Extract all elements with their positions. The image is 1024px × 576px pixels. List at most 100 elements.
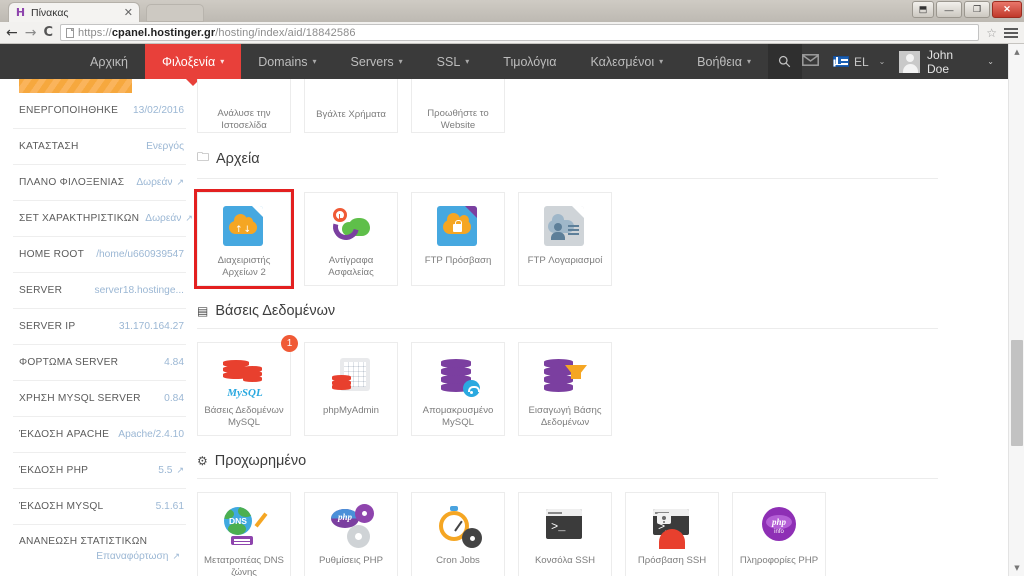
ssh-access-icon: >_ bbox=[651, 506, 693, 549]
address-bar[interactable]: https://cpanel.hostinger.gr/hosting/inde… bbox=[60, 24, 980, 41]
nav-item-ssl[interactable]: SSL ▾ bbox=[420, 44, 487, 79]
stat-row: ΈΚΔΟΣΗ APACHE Apache/2.4.10 bbox=[13, 417, 186, 453]
card[interactable]: Βγάλτε Χρήματα bbox=[304, 79, 398, 133]
stat-value: 13/02/2016 bbox=[133, 105, 184, 116]
stat-key: ΠΛΑΝΟ ΦΙΛΟΞΕΝΙΑΣ bbox=[19, 177, 125, 188]
card-php-config[interactable]: php Ρυθμίσεις PHP bbox=[304, 492, 398, 576]
import-database-icon bbox=[544, 356, 587, 398]
stat-value: 4.84 bbox=[164, 357, 184, 368]
scroll-up-icon[interactable]: ▲ bbox=[1009, 44, 1024, 60]
chevron-down-icon: ▾ bbox=[465, 57, 470, 66]
stat-value-text: 5.5 bbox=[158, 465, 173, 476]
card-phpmyadmin[interactable]: phpMyAdmin bbox=[304, 342, 398, 436]
section-advanced: ⚙ Προχωρημένο DNS Μετατροπέας DNS ζώνης … bbox=[197, 439, 1024, 576]
browser-toolbar: ← → C https://cpanel.hostinger.gr/hostin… bbox=[0, 22, 1024, 44]
nav-item-servers[interactable]: Servers ▾ bbox=[334, 44, 420, 79]
reload-icon[interactable]: C bbox=[43, 25, 53, 40]
chevron-down-icon: ▾ bbox=[220, 57, 225, 66]
language-label: EL bbox=[853, 54, 869, 69]
url-host: cpanel.hostinger.gr bbox=[111, 26, 216, 39]
card-import-database[interactable]: Εισαγωγή Βάσης Δεδομένων bbox=[518, 342, 612, 436]
scrollbar-thumb[interactable] bbox=[1011, 340, 1023, 446]
card-ssh-console[interactable]: >_ Κονσόλα SSH bbox=[518, 492, 612, 576]
external-link-icon[interactable]: ↗ bbox=[176, 466, 184, 476]
card-label: Ρυθμίσεις PHP bbox=[319, 555, 383, 566]
clipped-card-row-top: Ανάλυσε την Ιστοσελίδα Βγάλτε Χρήματα Πρ… bbox=[197, 79, 1024, 134]
stat-row: ΕΝΕΡΓΟΠΟΙΗΘΗΚΕ 13/02/2016 bbox=[13, 93, 186, 129]
stat-key: ΑΝΑΝΕΩΣΗ ΣΤΑΤΙΣΤΙΚΩΝ bbox=[19, 536, 148, 547]
nav-item-kalesmenoi[interactable]: Καλεσμένοι ▾ bbox=[573, 44, 680, 79]
php-info-icon: php info bbox=[758, 506, 800, 548]
chevron-down-icon: ▾ bbox=[659, 57, 664, 66]
external-link-icon[interactable]: ↗ bbox=[176, 178, 184, 188]
stat-value-text: 31.170.164.27 bbox=[118, 321, 184, 332]
site-navbar: Αρχική Φιλοξενία ▾ Domains ▾ Servers ▾ S… bbox=[0, 44, 1024, 86]
card-cron-jobs[interactable]: Cron Jobs bbox=[411, 492, 505, 576]
external-link-icon[interactable]: ↗ bbox=[172, 552, 180, 562]
stat-row: ΚΑΤΑΣΤΑΣΗ Ενεργός bbox=[13, 129, 186, 165]
card-ftp-access[interactable]: FTP Πρόσβαση bbox=[411, 192, 505, 286]
section-header: ▤ Βάσεις Δεδομένων bbox=[197, 289, 938, 329]
back-icon[interactable]: ← bbox=[6, 26, 18, 40]
stat-value[interactable]: 5.5 ↗ bbox=[158, 465, 184, 476]
nav-label: Servers bbox=[350, 54, 394, 69]
hostinger-h-icon: H bbox=[15, 6, 26, 19]
card-file-manager[interactable]: ↑↓ Διαχειριστής Αρχείων 2 bbox=[197, 192, 291, 286]
card[interactable]: Ανάλυσε την Ιστοσελίδα bbox=[197, 79, 291, 133]
mail-icon[interactable] bbox=[802, 53, 819, 71]
chevron-down-icon: ⌄ bbox=[878, 57, 886, 66]
database-icon: ▤ bbox=[197, 304, 209, 318]
language-selector[interactable]: EL ⌄ bbox=[832, 54, 886, 69]
refresh-stats-link[interactable]: Επαναφόρτωση ↗ bbox=[96, 551, 184, 562]
page-info-icon[interactable] bbox=[66, 27, 75, 38]
stat-row: ΈΚΔΟΣΗ MYSQL 5.1.61 bbox=[13, 489, 186, 525]
card-backups[interactable]: Αντίγραφα Ασφαλείας bbox=[304, 192, 398, 286]
nav-item-domains[interactable]: Domains ▾ bbox=[241, 44, 333, 79]
user-menu[interactable]: John Doe ⌄ bbox=[899, 48, 994, 76]
chevron-down-icon: ▾ bbox=[398, 57, 403, 66]
card-label: Cron Jobs bbox=[436, 555, 480, 566]
nav-label: Φιλοξενία bbox=[162, 54, 216, 69]
pin-window-button[interactable]: ⬒ bbox=[912, 1, 934, 18]
hamburger-icon[interactable] bbox=[1004, 27, 1018, 38]
card-ftp-accounts[interactable]: FTP Λογαριασμοί bbox=[518, 192, 612, 286]
card-php-info[interactable]: php info Πληροφορίες PHP bbox=[732, 492, 826, 576]
nav-item-arxiki[interactable]: Αρχική bbox=[73, 44, 145, 79]
browser-tab[interactable]: H Πίνακας ✕ bbox=[8, 2, 140, 22]
main-panel: Ανάλυσε την Ιστοσελίδα Βγάλτε Χρήματα Πρ… bbox=[186, 79, 1024, 576]
page-scrollbar[interactable]: ▲ ▼ bbox=[1008, 44, 1024, 576]
forward-icon[interactable]: → bbox=[25, 26, 37, 40]
stat-value-text: 13/02/2016 bbox=[133, 105, 184, 116]
stat-value: 5.1.61 bbox=[156, 501, 184, 512]
scroll-down-icon[interactable]: ▼ bbox=[1009, 560, 1024, 576]
card-ssh-access[interactable]: >_ Πρόσβαση SSH bbox=[625, 492, 719, 576]
stat-value[interactable]: Δωρεάν ↗ bbox=[136, 177, 184, 188]
close-window-button[interactable]: ✕ bbox=[992, 1, 1022, 18]
card-mysql-databases[interactable]: 1 MySQL Βάσεις Δεδομένων MySQL bbox=[197, 335, 298, 436]
stat-row: HOME ROOT /home/u660939547 bbox=[13, 237, 186, 273]
window-controls: ⬒ — ❐ ✕ bbox=[912, 1, 1022, 18]
close-icon[interactable]: ✕ bbox=[124, 7, 133, 18]
card-remote-mysql[interactable]: Απομακρυσμένο MySQL bbox=[411, 342, 505, 436]
nav-item-timologia[interactable]: Τιμολόγια bbox=[486, 44, 573, 79]
card-label: Πληροφορίες PHP bbox=[739, 555, 819, 566]
card-label: Κονσόλα SSH bbox=[534, 555, 596, 566]
card[interactable]: Προωθήστε το Website bbox=[411, 79, 505, 133]
stat-value-text: 4.84 bbox=[164, 357, 184, 368]
new-tab-button[interactable] bbox=[146, 4, 204, 22]
bookmark-star-icon[interactable]: ☆ bbox=[986, 27, 997, 39]
avatar bbox=[899, 50, 921, 73]
maximize-button[interactable]: ❐ bbox=[964, 1, 990, 18]
nav-item-voitheia[interactable]: Βοήθεια ▾ bbox=[680, 44, 768, 79]
stat-value-text: Ενεργός bbox=[146, 141, 184, 152]
section-title: Αρχεία bbox=[216, 150, 260, 167]
section-header: ⚙ Προχωρημένο bbox=[197, 439, 938, 479]
stat-key: ΣΕΤ ΧΑΡΑΚΤΗΡΙΣΤΙΚΩΝ bbox=[19, 213, 140, 224]
search-icon[interactable] bbox=[767, 44, 802, 79]
card-grid: 1 MySQL Βάσεις Δεδομένων MySQL phpMyAdmi… bbox=[197, 329, 1024, 436]
minimize-button[interactable]: — bbox=[936, 1, 962, 18]
greek-flag-icon bbox=[832, 56, 849, 67]
stat-key: ΈΚΔΟΣΗ PHP bbox=[19, 465, 89, 476]
nav-item-filoxenia[interactable]: Φιλοξενία ▾ bbox=[145, 44, 242, 86]
card-dns-zone-editor[interactable]: DNS Μετατροπέας DNS ζώνης bbox=[197, 492, 291, 576]
